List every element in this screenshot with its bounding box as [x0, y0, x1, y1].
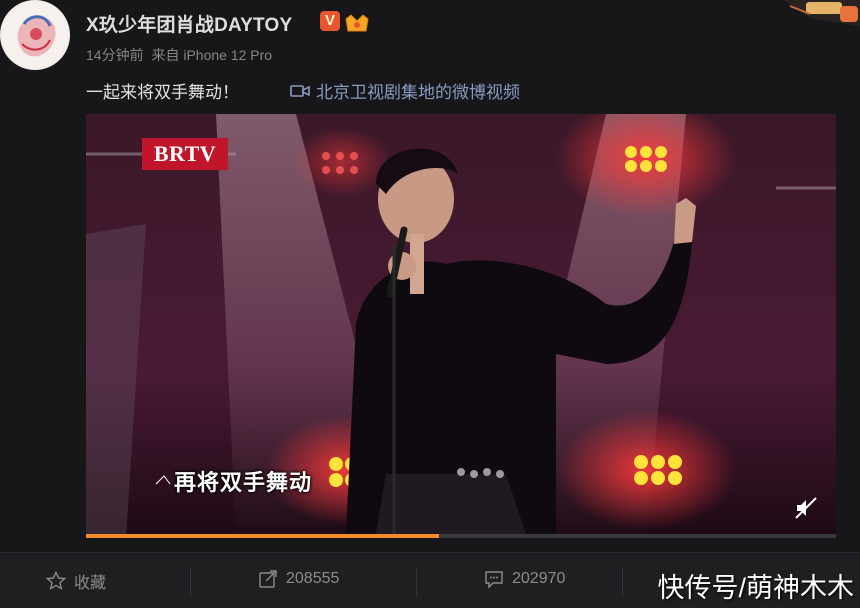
- channel-logo: BRTV: [142, 138, 228, 170]
- video-player[interactable]: BRTV 再将双手舞动: [86, 114, 836, 538]
- video-progress-bar[interactable]: [86, 534, 836, 538]
- watermark: 快传号/萌神木木: [657, 573, 854, 603]
- video-camera-icon: [290, 84, 310, 97]
- favorite-button[interactable]: 收藏: [46, 569, 106, 593]
- divider: [622, 567, 623, 597]
- video-progress-fill: [86, 534, 439, 538]
- post-meta: 14分钟前 来自 iPhone 12 Pro: [86, 45, 276, 65]
- video-link[interactable]: 北京卫视剧集地的微博视频: [290, 78, 520, 103]
- repost-count: 208555: [286, 570, 340, 587]
- username[interactable]: X玖少年团肖战DAYTOY: [86, 10, 292, 37]
- avatar-illustration: [2, 2, 68, 68]
- avatar[interactable]: [0, 0, 70, 70]
- comment-count: 202970: [512, 570, 566, 587]
- repost-button[interactable]: 208555: [258, 569, 339, 589]
- favorite-label: 收藏: [74, 575, 107, 592]
- crown-icon: [345, 14, 369, 32]
- divider: [416, 567, 417, 597]
- verified-badge: V: [320, 11, 340, 31]
- post-source: 来自 iPhone 12 Pro: [151, 47, 273, 63]
- comment-button[interactable]: 202970: [484, 569, 565, 589]
- divider: [190, 567, 191, 597]
- repost-icon: [259, 570, 277, 588]
- mute-icon[interactable]: [794, 496, 818, 520]
- star-icon: [46, 571, 66, 590]
- post-text: 一起来将双手舞动！: [86, 83, 239, 102]
- decoration-icon: [784, 0, 860, 26]
- comment-icon: [485, 571, 503, 589]
- video-link-label: 北京卫视剧集地的微博视频: [316, 83, 520, 102]
- video-subtitle: 再将双手舞动: [174, 470, 313, 495]
- post-time[interactable]: 14分钟前: [86, 47, 144, 63]
